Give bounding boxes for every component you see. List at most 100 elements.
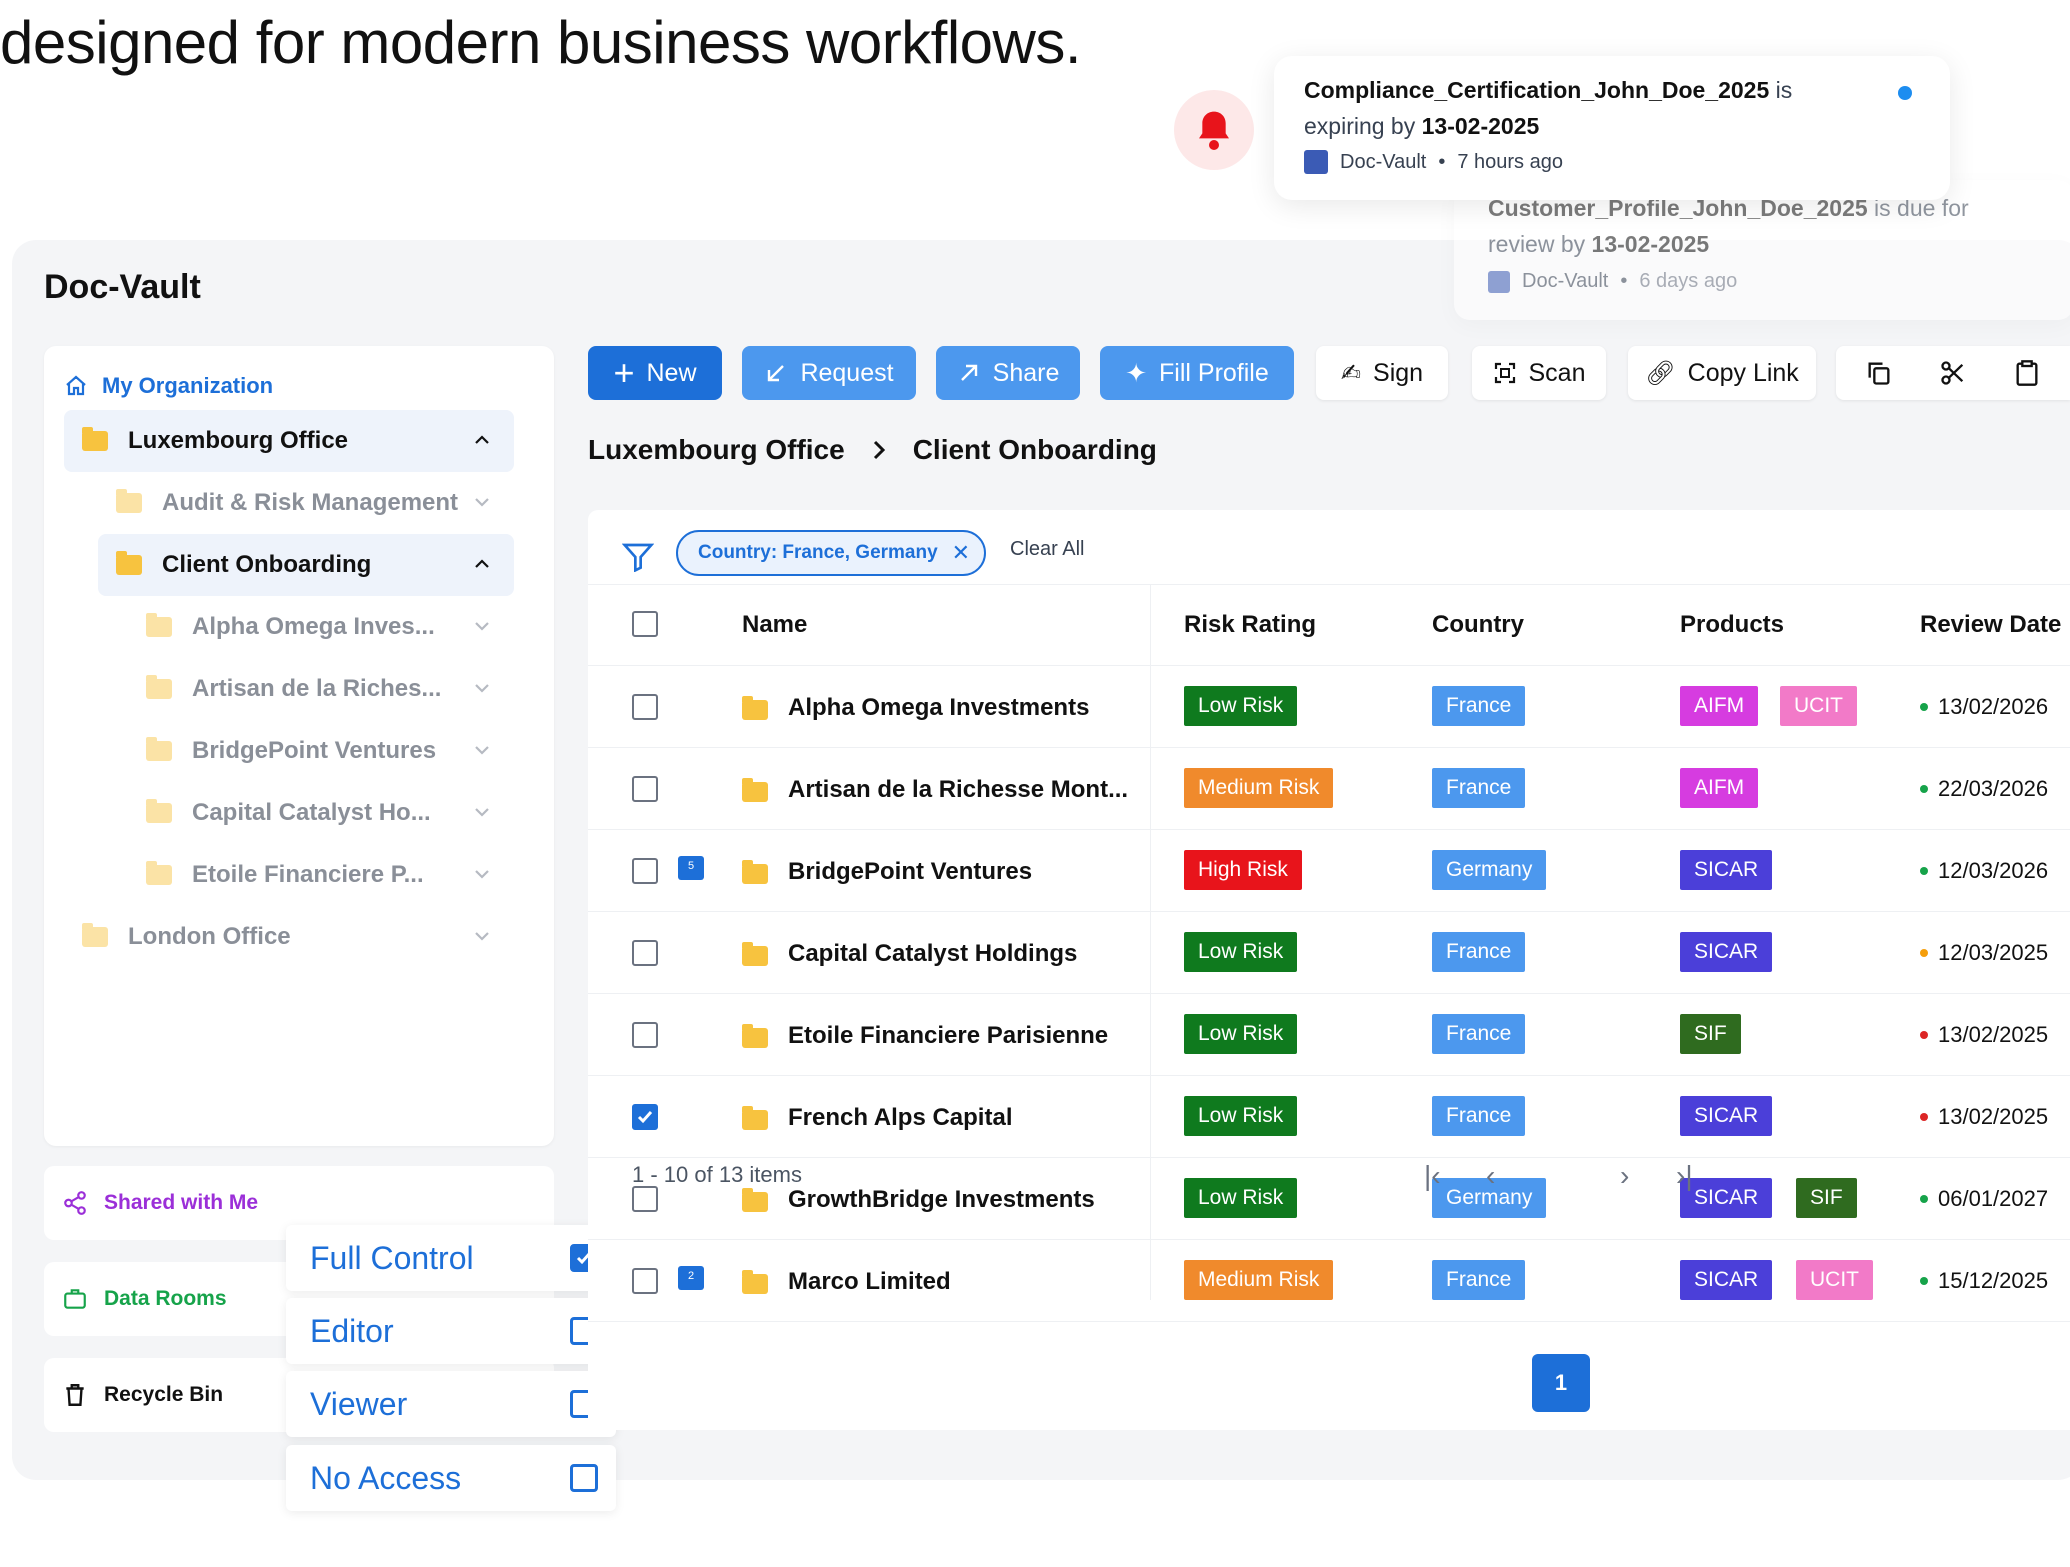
row-checkbox[interactable] [632, 1268, 658, 1294]
permission-option[interactable]: No Access [286, 1445, 616, 1511]
row-checkbox[interactable] [632, 1104, 658, 1130]
row-checkbox[interactable] [632, 776, 658, 802]
chevron-down-icon[interactable] [472, 802, 492, 822]
folder-tree-item[interactable]: Client Onboarding [98, 534, 514, 596]
folder-label: BridgePoint Ventures [192, 737, 437, 764]
copy-link-button[interactable]: 🔗︎ Copy Link [1628, 346, 1816, 400]
folder-tree-item[interactable]: Audit & Risk Management [98, 472, 514, 534]
folder-tree-item[interactable]: Etoile Financiere P... [128, 844, 514, 906]
row-checkbox[interactable] [632, 1186, 658, 1212]
row-name[interactable]: Artisan de la Richesse Mont... [788, 776, 1128, 804]
breadcrumb-item[interactable]: Client Onboarding [913, 434, 1157, 466]
notification-card-secondary[interactable]: Customer_Profile_John_Doe_2025 is due fo… [1454, 180, 2070, 320]
folder-label: Artisan de la Riches... [192, 675, 442, 702]
sign-button[interactable]: ✍ Sign [1316, 346, 1448, 400]
chevron-down-icon[interactable] [472, 616, 492, 636]
column-header-name[interactable]: Name [742, 611, 807, 639]
chevron-down-icon[interactable] [472, 492, 492, 512]
first-page-button[interactable]: |‹ [1424, 1160, 1441, 1192]
page-number-button[interactable]: 1 [1532, 1354, 1590, 1412]
folder-tree-item[interactable]: Luxembourg Office [64, 410, 514, 472]
permission-option[interactable]: Editor [286, 1298, 616, 1364]
folder-tree-item[interactable]: Alpha Omega Inves... [128, 596, 514, 658]
row-name[interactable]: Capital Catalyst Holdings [788, 940, 1077, 968]
row-name[interactable]: French Alps Capital [788, 1104, 1012, 1132]
scissors-icon[interactable] [1939, 359, 1967, 387]
chevron-up-icon[interactable] [472, 554, 492, 574]
column-header-risk[interactable]: Risk Rating [1184, 611, 1316, 639]
column-header-country[interactable]: Country [1432, 611, 1524, 639]
table-row[interactable]: Alpha Omega Investments Low Risk France … [588, 666, 2070, 748]
clear-all-button[interactable]: Clear All [1010, 538, 1084, 561]
close-icon[interactable]: ✕ [952, 540, 970, 566]
notification-card-primary[interactable]: Compliance_Certification_John_Doe_2025 i… [1274, 56, 1950, 200]
chevron-down-icon[interactable] [472, 740, 492, 760]
select-all-checkbox[interactable] [632, 611, 658, 637]
row-name[interactable]: Etoile Financiere Parisienne [788, 1022, 1108, 1050]
new-button[interactable]: + New [588, 346, 722, 400]
status-dot [1920, 785, 1928, 793]
permission-option[interactable]: Viewer [286, 1371, 616, 1437]
row-name[interactable]: Marco Limited [788, 1268, 951, 1296]
folder-icon [742, 1024, 768, 1048]
review-date-text: 15/12/2025 [1938, 1268, 2049, 1293]
table-row[interactable]: Capital Catalyst Holdings Low Risk Franc… [588, 912, 2070, 994]
status-dot [1920, 1113, 1928, 1121]
share-label: Share [992, 358, 1060, 387]
risk-badge: Low Risk [1184, 1178, 1298, 1218]
filter-chip-country[interactable]: Country: France, Germany ✕ [676, 530, 987, 576]
row-name[interactable]: BridgePoint Ventures [788, 858, 1032, 886]
filter-chip-label: Country: France, Germany [698, 542, 938, 563]
review-date: 15/12/2025 [1920, 1268, 2048, 1294]
copy-icon[interactable] [1865, 359, 1893, 387]
table-row[interactable]: GrowthBridge Investments Low Risk German… [588, 1158, 2070, 1240]
breadcrumb-item[interactable]: Luxembourg Office [588, 434, 845, 466]
paste-icon[interactable] [2013, 359, 2041, 387]
arrow-up-right-icon [960, 364, 977, 381]
my-organization-link[interactable]: My Organization [64, 366, 273, 406]
review-date: 12/03/2025 [1920, 940, 2048, 966]
permission-checkbox[interactable] [570, 1464, 598, 1492]
chevron-up-icon[interactable] [472, 430, 492, 450]
folder-tree-item[interactable]: London Office [64, 906, 514, 968]
last-page-button[interactable]: ›| [1676, 1160, 1693, 1192]
table-row[interactable]: Artisan de la Richesse Mont... Medium Ri… [588, 748, 2070, 830]
table-row[interactable]: French Alps Capital Low Risk France SICA… [588, 1076, 2070, 1158]
filter-icon[interactable] [622, 542, 654, 572]
comment-count-icon[interactable]: 5 [678, 856, 704, 880]
folder-label: Alpha Omega Inves... [192, 613, 435, 640]
status-dot [1920, 867, 1928, 875]
notification-date: 13-02-2025 [1421, 113, 1540, 139]
chevron-down-icon[interactable] [472, 864, 492, 884]
row-checkbox[interactable] [632, 940, 658, 966]
column-header-products[interactable]: Products [1680, 611, 1784, 639]
row-checkbox[interactable] [632, 858, 658, 884]
permission-option[interactable]: Full Control [286, 1225, 616, 1291]
column-header-review-date[interactable]: Review Date [1920, 611, 2061, 639]
share-button[interactable]: Share [936, 346, 1080, 400]
row-name[interactable]: GrowthBridge Investments [788, 1186, 1095, 1214]
row-checkbox[interactable] [632, 694, 658, 720]
table-row[interactable]: Etoile Financiere Parisienne Low Risk Fr… [588, 994, 2070, 1076]
row-name[interactable]: Alpha Omega Investments [788, 694, 1089, 722]
folder-label: Client Onboarding [162, 551, 372, 578]
folder-tree-item[interactable]: Capital Catalyst Ho... [128, 782, 514, 844]
table-row[interactable]: 5 BridgePoint Ventures High Risk Germany… [588, 830, 2070, 912]
scan-button[interactable]: Scan [1472, 346, 1606, 400]
prev-page-button[interactable]: ‹ [1486, 1160, 1495, 1192]
chevron-down-icon[interactable] [472, 678, 492, 698]
request-button[interactable]: Request [742, 346, 916, 400]
trash-icon [66, 1384, 84, 1406]
folder-tree-item[interactable]: Artisan de la Riches... [128, 658, 514, 720]
folder-tree-item[interactable]: BridgePoint Ventures [128, 720, 514, 782]
chevron-down-icon[interactable] [472, 926, 492, 946]
next-page-button[interactable]: › [1620, 1160, 1629, 1192]
fill-profile-button[interactable]: ✦ Fill Profile [1100, 346, 1294, 400]
comment-count-icon[interactable]: 2 [678, 1266, 704, 1290]
product-badge: SIF [1796, 1178, 1857, 1218]
product-badge: AIFM [1680, 768, 1759, 808]
table-row[interactable]: 2 Marco Limited Medium Risk France SICAR… [588, 1240, 2070, 1322]
row-checkbox[interactable] [632, 1022, 658, 1048]
notification-bell-button[interactable] [1174, 90, 1254, 170]
notification-source: Doc-Vault [1522, 270, 1609, 292]
